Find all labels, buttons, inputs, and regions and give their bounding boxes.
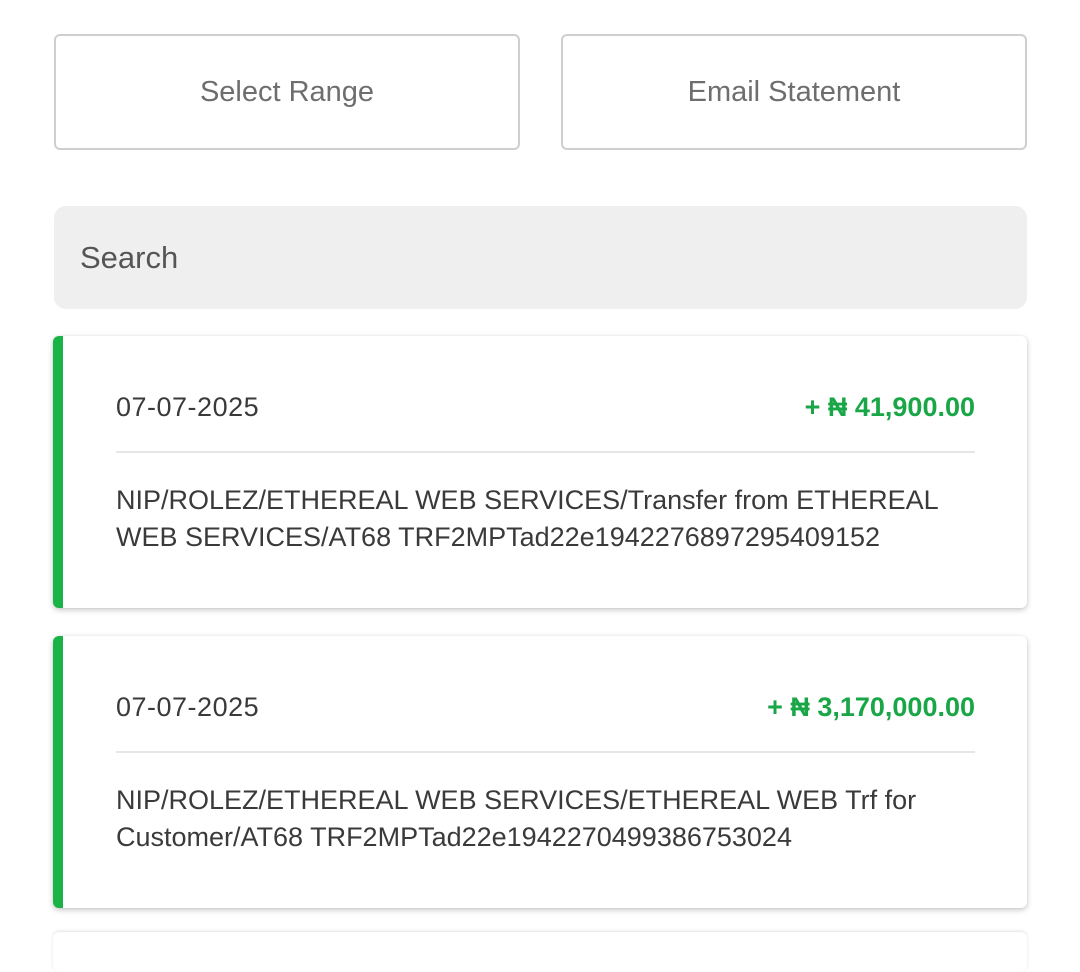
transaction-date: 07-07-2025	[116, 692, 260, 722]
transaction-divider	[116, 751, 975, 753]
select-range-button[interactable]: Select Range	[54, 34, 520, 150]
email-statement-button[interactable]: Email Statement	[561, 34, 1027, 150]
transaction-description: NIP/ROLEZ/ETHEREAL WEB SERVICES/ETHEREAL…	[116, 785, 917, 852]
transaction-card-partial[interactable]	[53, 932, 1027, 972]
transaction-description: NIP/ROLEZ/ETHEREAL WEB SERVICES/Transfer…	[116, 485, 938, 552]
transaction-divider	[116, 451, 975, 453]
transaction-card[interactable]: 07-07-2025 + ₦ 41,900.00 NIP/ROLEZ/ETHER…	[53, 336, 1027, 608]
select-range-label: Select Range	[199, 75, 375, 108]
transaction-card[interactable]: 07-07-2025 + ₦ 3,170,000.00 NIP/ROLEZ/ET…	[53, 636, 1027, 908]
transaction-date: 07-07-2025	[116, 392, 260, 422]
transaction-amount: + ₦ 41,900.00	[804, 392, 975, 422]
search-input[interactable]	[54, 206, 1027, 309]
email-statement-label: Email Statement	[687, 75, 901, 108]
transaction-amount: + ₦ 3,170,000.00	[767, 692, 975, 722]
